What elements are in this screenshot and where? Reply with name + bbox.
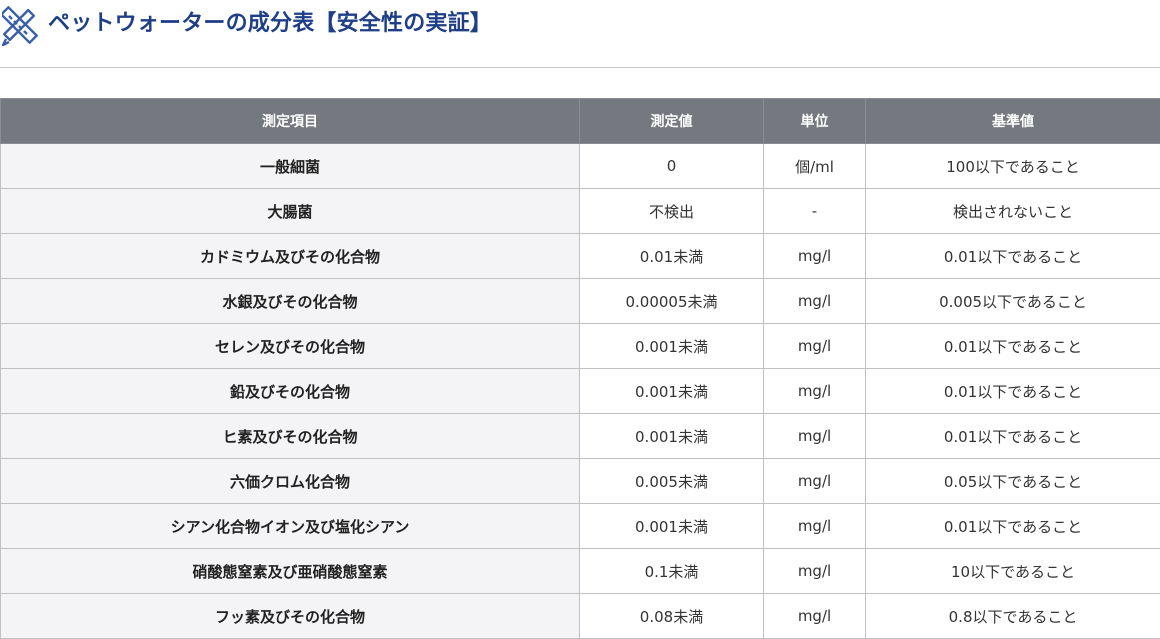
column-header-value: 測定値 <box>580 99 764 144</box>
cell-value: 0.005未満 <box>580 459 764 504</box>
composition-table-container: 測定項目 測定値 単位 基準値 一般細菌 0 個/ml 100以下であること 大… <box>0 98 1160 639</box>
cell-item: ヒ素及びその化合物 <box>1 414 580 459</box>
cell-unit: mg/l <box>764 549 866 594</box>
cell-item: セレン及びその化合物 <box>1 324 580 369</box>
cell-unit: mg/l <box>764 414 866 459</box>
cell-standard: 0.8以下であること <box>866 594 1160 639</box>
table-row: 一般細菌 0 個/ml 100以下であること <box>1 144 1160 189</box>
column-header-unit: 単位 <box>764 99 866 144</box>
cell-item: 六価クロム化合物 <box>1 459 580 504</box>
cell-value: 0.001未満 <box>580 369 764 414</box>
cell-standard: 0.05以下であること <box>866 459 1160 504</box>
cell-standard: 10以下であること <box>866 549 1160 594</box>
cell-item: 鉛及びその化合物 <box>1 369 580 414</box>
cell-item: カドミウム及びその化合物 <box>1 234 580 279</box>
cell-item: 水銀及びその化合物 <box>1 279 580 324</box>
table-row: 水銀及びその化合物 0.00005未満 mg/l 0.005以下であること <box>1 279 1160 324</box>
cell-standard: 0.005以下であること <box>866 279 1160 324</box>
cell-value: 0.001未満 <box>580 324 764 369</box>
cell-unit: mg/l <box>764 594 866 639</box>
cell-unit: mg/l <box>764 324 866 369</box>
cell-unit: mg/l <box>764 459 866 504</box>
cell-value: 0.1未満 <box>580 549 764 594</box>
table-row: 六価クロム化合物 0.005未満 mg/l 0.05以下であること <box>1 459 1160 504</box>
column-header-standard: 基準値 <box>866 99 1160 144</box>
ruler-pencil-icon <box>2 6 40 48</box>
cell-unit: mg/l <box>764 369 866 414</box>
page-title: ペットウォーターの成分表【安全性の実証】 <box>48 8 492 40</box>
cell-item: 硝酸態窒素及び亜硝酸態窒素 <box>1 549 580 594</box>
cell-standard: 検出されないこと <box>866 189 1160 234</box>
cell-unit: - <box>764 189 866 234</box>
cell-value: 0 <box>580 144 764 189</box>
cell-standard: 0.01以下であること <box>866 504 1160 549</box>
section-heading: ペットウォーターの成分表【安全性の実証】 <box>0 0 1160 68</box>
cell-unit: mg/l <box>764 234 866 279</box>
cell-item: フッ素及びその化合物 <box>1 594 580 639</box>
cell-standard: 0.01以下であること <box>866 234 1160 279</box>
cell-item: 一般細菌 <box>1 144 580 189</box>
cell-item: 大腸菌 <box>1 189 580 234</box>
column-header-item: 測定項目 <box>1 99 580 144</box>
cell-value: 0.08未満 <box>580 594 764 639</box>
cell-value: 0.001未満 <box>580 504 764 549</box>
cell-value: 0.00005未満 <box>580 279 764 324</box>
cell-standard: 0.01以下であること <box>866 414 1160 459</box>
cell-standard: 0.01以下であること <box>866 369 1160 414</box>
table-row: シアン化合物イオン及び塩化シアン 0.001未満 mg/l 0.01以下であるこ… <box>1 504 1160 549</box>
cell-item: シアン化合物イオン及び塩化シアン <box>1 504 580 549</box>
cell-standard: 0.01以下であること <box>866 324 1160 369</box>
composition-table: 測定項目 測定値 単位 基準値 一般細菌 0 個/ml 100以下であること 大… <box>0 98 1160 639</box>
table-row: セレン及びその化合物 0.001未満 mg/l 0.01以下であること <box>1 324 1160 369</box>
table-header-row: 測定項目 測定値 単位 基準値 <box>1 99 1160 144</box>
table-row: 硝酸態窒素及び亜硝酸態窒素 0.1未満 mg/l 10以下であること <box>1 549 1160 594</box>
cell-unit: 個/ml <box>764 144 866 189</box>
table-row: フッ素及びその化合物 0.08未満 mg/l 0.8以下であること <box>1 594 1160 639</box>
cell-value: 0.001未満 <box>580 414 764 459</box>
cell-unit: mg/l <box>764 279 866 324</box>
table-row: ヒ素及びその化合物 0.001未満 mg/l 0.01以下であること <box>1 414 1160 459</box>
cell-unit: mg/l <box>764 504 866 549</box>
cell-value: 0.01未満 <box>580 234 764 279</box>
cell-value: 不検出 <box>580 189 764 234</box>
table-row: 鉛及びその化合物 0.001未満 mg/l 0.01以下であること <box>1 369 1160 414</box>
table-row: カドミウム及びその化合物 0.01未満 mg/l 0.01以下であること <box>1 234 1160 279</box>
table-row: 大腸菌 不検出 - 検出されないこと <box>1 189 1160 234</box>
cell-standard: 100以下であること <box>866 144 1160 189</box>
